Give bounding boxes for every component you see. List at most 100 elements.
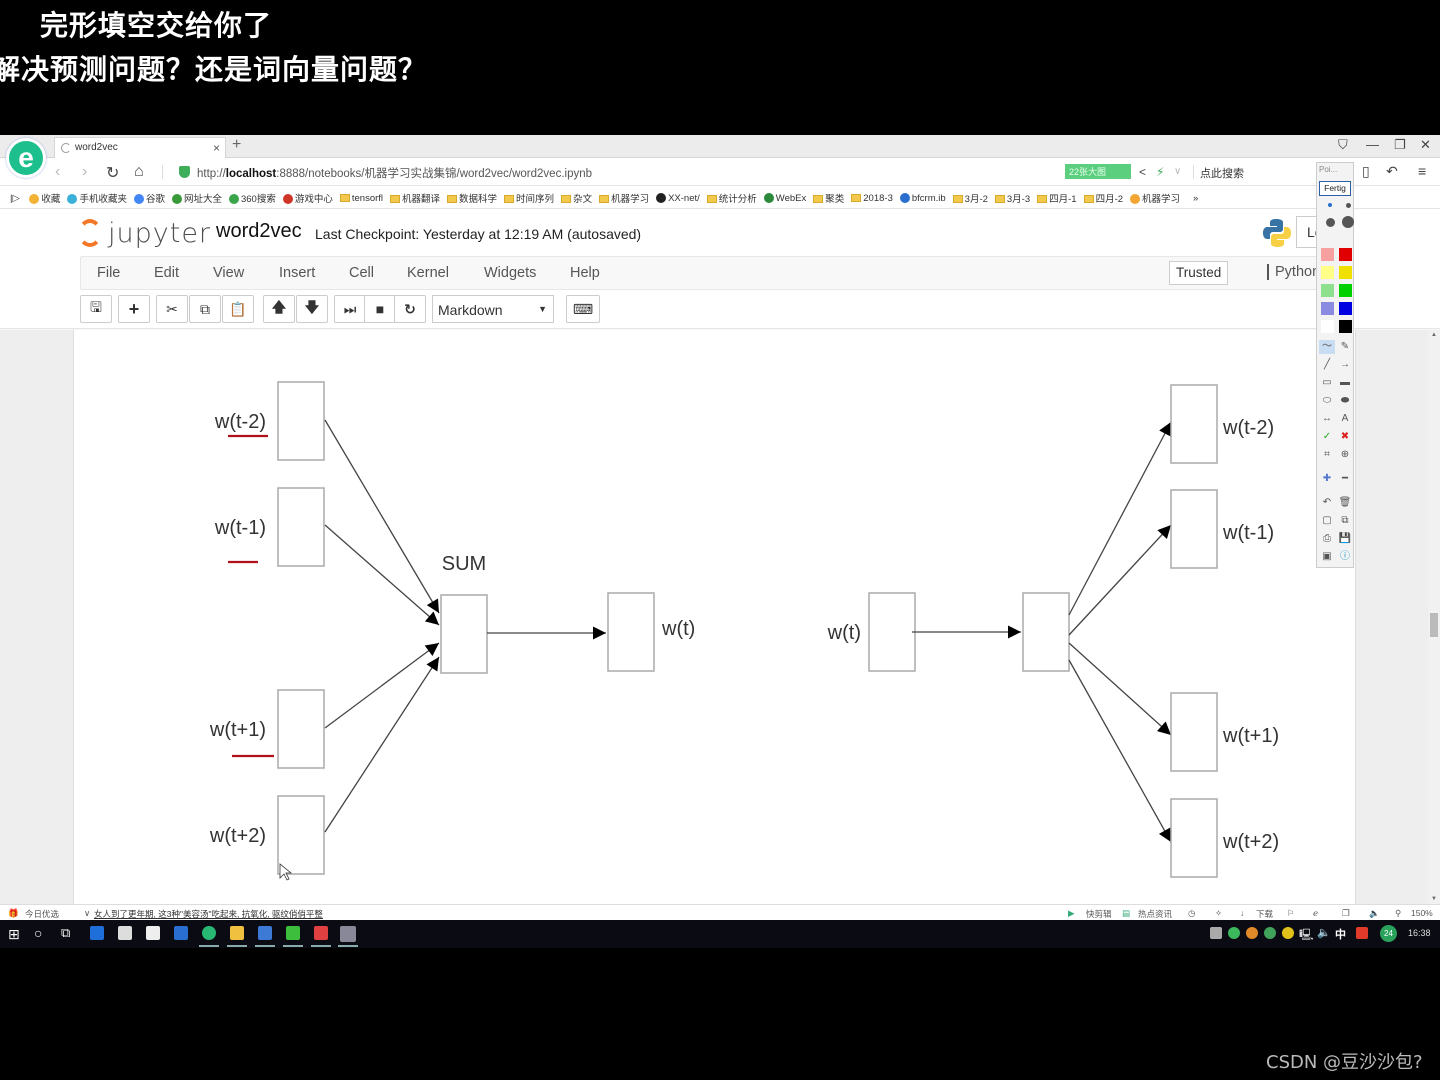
forward-button[interactable]: › bbox=[82, 163, 87, 181]
copy-button[interactable]: ⧉ bbox=[189, 295, 221, 323]
camtasia-icon[interactable] bbox=[286, 926, 300, 940]
bookmark-item[interactable]: 聚类 bbox=[813, 191, 844, 205]
markdown-cell[interactable]: w(t-2) w(t-1) w(t+1) w(t+2) SUM w(t) w(t) w(t-2… bbox=[73, 330, 1356, 904]
kernel-indicator[interactable]: Python bbox=[1267, 264, 1320, 280]
notification-badge[interactable]: 24 bbox=[1380, 925, 1397, 942]
interrupt-button[interactable]: ■ bbox=[364, 295, 396, 323]
volume-icon[interactable]: 🔈 bbox=[1369, 908, 1380, 919]
bookmark-item[interactable]: 2018-3 bbox=[851, 193, 893, 204]
save-icon[interactable]: 💾 bbox=[1337, 532, 1353, 546]
cross-icon[interactable]: ✖ bbox=[1337, 430, 1353, 444]
copy-icon[interactable]: ⧉ bbox=[1337, 514, 1353, 528]
windows-start-icon[interactable]: ⊞ bbox=[8, 926, 20, 943]
cell-type-select[interactable]: Markdown ▼ bbox=[432, 295, 554, 323]
network-icon[interactable]: 🖳 bbox=[1299, 926, 1314, 945]
scroll-up-icon[interactable]: ▲ bbox=[1431, 332, 1437, 338]
filled-rectangle-icon[interactable]: ▬ bbox=[1337, 376, 1353, 390]
paste-button[interactable]: 📋 bbox=[222, 295, 254, 323]
filled-ellipse-icon[interactable]: ⬬ bbox=[1337, 394, 1353, 408]
menu-file[interactable]: File bbox=[97, 265, 120, 281]
line-icon[interactable]: ╱ bbox=[1319, 358, 1335, 372]
red-swatch[interactable] bbox=[1339, 248, 1352, 261]
double-arrow-icon[interactable]: ↔ bbox=[1319, 412, 1335, 426]
store-icon[interactable] bbox=[118, 926, 132, 940]
tray-game-icon[interactable] bbox=[1246, 927, 1258, 939]
window-icon[interactable]: ❐ bbox=[1342, 908, 1350, 919]
tray-plus-icon[interactable] bbox=[1282, 927, 1294, 939]
tray-app-icon[interactable] bbox=[1210, 927, 1222, 939]
bookmark-item[interactable]: 数据科学 bbox=[447, 191, 497, 205]
blue-swatch[interactable] bbox=[1339, 302, 1352, 315]
back-button[interactable]: ‹ bbox=[55, 163, 60, 181]
today-pick-label[interactable]: 今日优选 bbox=[25, 908, 59, 920]
sogou-icon[interactable] bbox=[1356, 927, 1368, 939]
cortana-icon[interactable]: ○ bbox=[34, 925, 42, 941]
trusted-indicator[interactable]: Trusted bbox=[1169, 261, 1229, 285]
promo-badge[interactable]: 22张大图 bbox=[1065, 164, 1131, 179]
mail-icon[interactable] bbox=[146, 926, 160, 940]
insert-cell-button[interactable]: + bbox=[118, 295, 150, 323]
magnifier-icon[interactable]: ⊕ bbox=[1337, 448, 1353, 462]
edge-icon[interactable] bbox=[90, 926, 104, 940]
screenshot-icon[interactable]: ▣ bbox=[1319, 550, 1335, 564]
zoom-level[interactable]: 150% bbox=[1411, 908, 1433, 918]
url-input[interactable]: http://localhost:8888/notebooks/机器学习实战集锦… bbox=[197, 165, 592, 181]
scroll-down-icon[interactable]: ▼ bbox=[1431, 896, 1437, 902]
menu-help[interactable]: Help bbox=[570, 265, 600, 281]
recorder-icon[interactable] bbox=[314, 926, 328, 940]
download-button[interactable]: 下载 bbox=[1256, 908, 1273, 920]
restart-button[interactable]: ↻ bbox=[394, 295, 426, 323]
move-up-button[interactable]: 🡅 bbox=[263, 295, 295, 323]
download-icon[interactable]: ↓ bbox=[1240, 908, 1244, 918]
close-window-button[interactable]: ✕ bbox=[1420, 137, 1431, 153]
eraser-icon[interactable]: ✎ bbox=[1337, 340, 1353, 354]
tab-word2vec[interactable]: word2vec × bbox=[54, 137, 226, 158]
bookmarks-more-button[interactable]: » bbox=[1193, 193, 1198, 204]
feishu-icon[interactable] bbox=[174, 926, 188, 940]
light-red-swatch[interactable] bbox=[1321, 248, 1334, 261]
bookmark-item[interactable]: tensorfl bbox=[339, 193, 383, 204]
bookmark-item[interactable]: bfcrm.ib bbox=[899, 192, 946, 204]
menu-kernel[interactable]: Kernel bbox=[407, 265, 449, 281]
share-icon[interactable]: < bbox=[1139, 165, 1146, 179]
ime-indicator[interactable]: 中 bbox=[1335, 926, 1346, 942]
jupyter-logo[interactable]: jupyter bbox=[78, 216, 211, 250]
zoom-out-icon[interactable]: ━ bbox=[1337, 472, 1353, 486]
translate-icon[interactable]: ⚐ bbox=[1287, 908, 1295, 919]
task-view-icon[interactable]: ⧉ bbox=[61, 925, 70, 941]
new-page-icon[interactable]: ▢ bbox=[1319, 514, 1335, 528]
bookmark-item[interactable]: WebEx bbox=[763, 192, 806, 204]
crop-icon[interactable]: ⌗ bbox=[1319, 448, 1335, 462]
sidebar-toggle-icon[interactable]: |▷ bbox=[10, 193, 20, 204]
save-button[interactable]: 🖫 bbox=[80, 295, 112, 323]
info-icon[interactable]: ⓘ bbox=[1337, 550, 1353, 564]
pointer-size-label[interactable]: Poi... bbox=[1319, 165, 1337, 174]
news-link[interactable]: 女人到了更年期, 这3种"美容汤"吃起来, 抗氧化, 驱纹俏俏平整 bbox=[94, 908, 323, 920]
text-icon[interactable]: A bbox=[1337, 412, 1353, 426]
pen-size-small-icon[interactable] bbox=[1328, 203, 1332, 207]
freehand-icon[interactable]: 〜 bbox=[1319, 340, 1335, 354]
bookmark-item[interactable]: 四月-2 bbox=[1083, 191, 1123, 205]
hot-news-button[interactable]: 热点资讯 bbox=[1138, 908, 1172, 920]
pin-icon[interactable]: ✧ bbox=[1215, 908, 1222, 919]
done-button[interactable]: Fertig bbox=[1319, 181, 1351, 196]
browser-taskbar-icon[interactable] bbox=[202, 926, 216, 940]
browser-logo-icon[interactable]: e bbox=[6, 138, 46, 178]
light-green-swatch[interactable] bbox=[1321, 284, 1334, 297]
menu-insert[interactable]: Insert bbox=[279, 265, 315, 281]
news-expand-icon[interactable]: ∨ bbox=[84, 908, 90, 919]
bookmark-item[interactable]: 时间序列 bbox=[504, 191, 554, 205]
bookmark-item[interactable]: 网址大全 bbox=[171, 191, 222, 205]
home-button[interactable]: ⌂ bbox=[134, 163, 144, 181]
bookmark-item[interactable]: 360搜索 bbox=[228, 191, 276, 205]
bookmark-item[interactable]: 杂文 bbox=[561, 191, 592, 205]
skin-icon[interactable]: ⛉ bbox=[1338, 137, 1348, 153]
pen-size-xlarge-icon[interactable] bbox=[1342, 216, 1354, 228]
ellipse-icon[interactable]: ⬭ bbox=[1319, 394, 1335, 408]
menu-icon[interactable]: ≡ bbox=[1418, 163, 1426, 179]
search-input[interactable]: 点此搜索 bbox=[1200, 165, 1244, 181]
arrow-icon[interactable]: → bbox=[1337, 358, 1353, 372]
trash-icon[interactable]: 🗑 bbox=[1337, 496, 1353, 510]
menu-cell[interactable]: Cell bbox=[349, 265, 374, 281]
tray-browser-icon[interactable] bbox=[1228, 927, 1240, 939]
